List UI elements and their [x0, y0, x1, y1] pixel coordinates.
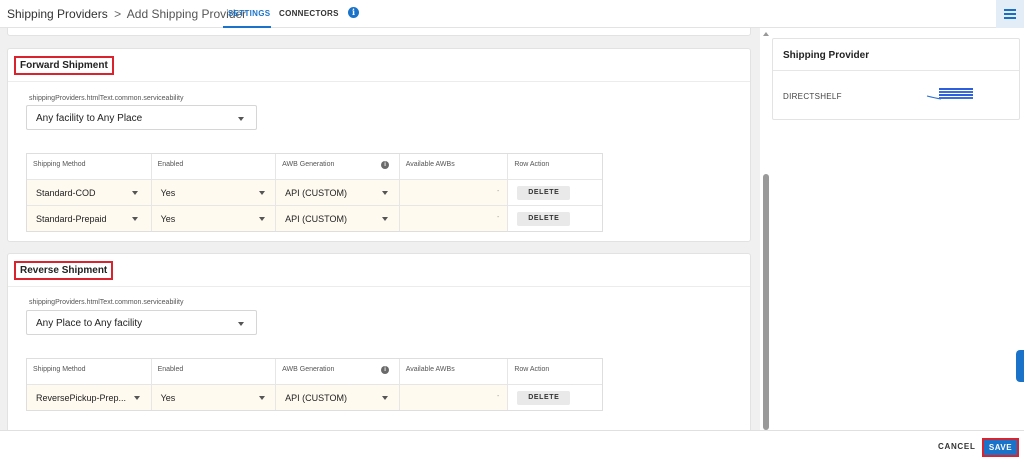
chevron-down-icon	[382, 396, 389, 400]
method-select[interactable]: ReversePickup-Prep...	[27, 385, 151, 410]
column-header: Row Action	[507, 154, 602, 179]
scrollbar[interactable]	[760, 28, 772, 430]
awb-generation-select[interactable]: API (CUSTOM)	[275, 385, 399, 410]
forward-shipment-title: Forward Shipment	[14, 56, 114, 75]
available-awbs-value: -	[496, 393, 500, 400]
awb-value: API (CUSTOM)	[285, 188, 347, 198]
forward-methods-table: Shipping Method Enabled AWB Generation i…	[26, 153, 603, 232]
chevron-down-icon	[258, 191, 265, 195]
awb-generation-select[interactable]: API (CUSTOM)	[275, 180, 399, 205]
info-icon[interactable]: i	[381, 366, 390, 374]
provider-panel-header: Shipping Provider	[773, 39, 1019, 71]
breadcrumb-root-link[interactable]: Shipping Providers	[7, 7, 108, 21]
column-header: AWB Generation i	[275, 154, 399, 179]
tab-settings[interactable]: SETTINGS	[228, 9, 270, 18]
delete-button[interactable]: DELETE	[517, 212, 571, 226]
column-header: Row Action	[507, 359, 602, 384]
reverse-methods-table: Shipping Method Enabled AWB Generation i…	[26, 358, 603, 411]
forward-section-header: Forward Shipment	[8, 49, 750, 82]
table-header-row: Shipping Method Enabled AWB Generation i…	[27, 154, 602, 179]
delete-button[interactable]: DELETE	[517, 391, 571, 405]
info-icon[interactable]: i	[381, 161, 390, 169]
breadcrumb: Shipping Providers > Add Shipping Provid…	[7, 7, 246, 21]
chevron-down-icon	[132, 191, 138, 195]
main-content: Forward Shipment shippingProviders.htmlT…	[0, 28, 760, 430]
method-select[interactable]: Standard-Prepaid	[27, 206, 151, 231]
save-button[interactable]: SAVE	[982, 438, 1019, 457]
method-select[interactable]: Standard-COD	[27, 180, 151, 205]
reverse-section-header: Reverse Shipment	[8, 254, 750, 287]
reverse-serviceability-select[interactable]: Any Place to Any facility	[26, 310, 257, 335]
table-row: ReversePickup-Prep... Yes API (CUSTOM) -…	[27, 384, 602, 410]
table-row: Standard-Prepaid Yes API (CUSTOM) - DELE…	[27, 205, 602, 231]
reverse-shipment-title: Reverse Shipment	[14, 261, 114, 280]
row-action-cell: DELETE	[507, 206, 602, 231]
previous-section-remnant	[7, 28, 751, 36]
info-icon[interactable]: i	[348, 7, 359, 18]
column-header: Available AWBs	[398, 359, 508, 384]
enabled-select[interactable]: Yes	[150, 206, 276, 231]
row-action-cell: DELETE	[507, 385, 602, 410]
footer-bar: CANCEL SAVE	[0, 430, 1024, 461]
column-header: AWB Generation i	[275, 359, 399, 384]
scroll-up-arrow-icon[interactable]	[763, 32, 769, 36]
awb-generation-select[interactable]: API (CUSTOM)	[275, 206, 399, 231]
table-header-row: Shipping Method Enabled AWB Generation i…	[27, 359, 602, 384]
chevron-down-icon	[132, 217, 138, 221]
enabled-value: Yes	[160, 188, 176, 198]
chevron-down-icon	[134, 396, 140, 400]
available-awbs-field[interactable]: -	[398, 180, 508, 205]
forward-serviceability-label: shippingProviders.htmlText.common.servic…	[29, 95, 184, 102]
column-header: Available AWBs	[398, 154, 508, 179]
provider-logo	[926, 88, 973, 100]
shipping-provider-panel: Shipping Provider DIRECTSHELF	[772, 38, 1020, 120]
save-button-label: SAVE	[988, 443, 1013, 452]
row-action-cell: DELETE	[507, 180, 602, 205]
chevron-down-icon	[258, 396, 265, 400]
reverse-shipment-section: Reverse Shipment shippingProviders.htmlT…	[7, 253, 751, 430]
delete-button[interactable]: DELETE	[517, 186, 571, 200]
enabled-select[interactable]: Yes	[150, 385, 276, 410]
available-awbs-value: -	[496, 188, 500, 195]
enabled-value: Yes	[160, 393, 176, 403]
method-value: Standard-COD	[36, 188, 96, 198]
column-header: Enabled	[150, 359, 276, 384]
forward-serviceability-select[interactable]: Any facility to Any Place	[26, 105, 257, 130]
provider-panel-title: Shipping Provider	[783, 50, 870, 61]
provider-name: DIRECTSHELF	[783, 92, 842, 101]
cancel-button[interactable]: CANCEL	[938, 442, 976, 451]
available-awbs-field[interactable]: -	[398, 385, 508, 410]
forward-shipment-section: Forward Shipment shippingProviders.htmlT…	[7, 48, 751, 242]
reverse-serviceability-value: Any Place to Any facility	[36, 318, 143, 329]
awb-value: API (CUSTOM)	[285, 393, 347, 403]
tab-connectors[interactable]: CONNECTORS	[279, 9, 339, 18]
chevron-down-icon	[258, 217, 265, 221]
chevron-down-icon	[238, 117, 244, 121]
side-drawer-tab[interactable]	[1016, 350, 1024, 382]
available-awbs-field[interactable]: -	[398, 206, 508, 231]
method-value: Standard-Prepaid	[36, 214, 107, 224]
method-value: ReversePickup-Prep...	[36, 393, 127, 403]
top-bar: Shipping Providers > Add Shipping Provid…	[0, 0, 1024, 28]
chevron-down-icon	[238, 322, 244, 326]
table-row: Standard-COD Yes API (CUSTOM) - DELETE	[27, 179, 602, 205]
column-header: Shipping Method	[33, 161, 86, 168]
forward-serviceability-value: Any facility to Any Place	[36, 113, 143, 124]
column-header: Shipping Method	[33, 366, 86, 373]
available-awbs-value: -	[496, 214, 500, 221]
scrollbar-thumb[interactable]	[763, 174, 769, 430]
awb-value: API (CUSTOM)	[285, 214, 347, 224]
chevron-down-icon	[382, 191, 389, 195]
column-header: Enabled	[150, 154, 276, 179]
reverse-serviceability-label: shippingProviders.htmlText.common.servic…	[29, 299, 184, 306]
enabled-select[interactable]: Yes	[150, 180, 276, 205]
breadcrumb-separator: >	[114, 7, 122, 21]
chevron-down-icon	[382, 217, 389, 221]
enabled-value: Yes	[160, 214, 176, 224]
hamburger-menu-icon[interactable]	[996, 0, 1024, 28]
